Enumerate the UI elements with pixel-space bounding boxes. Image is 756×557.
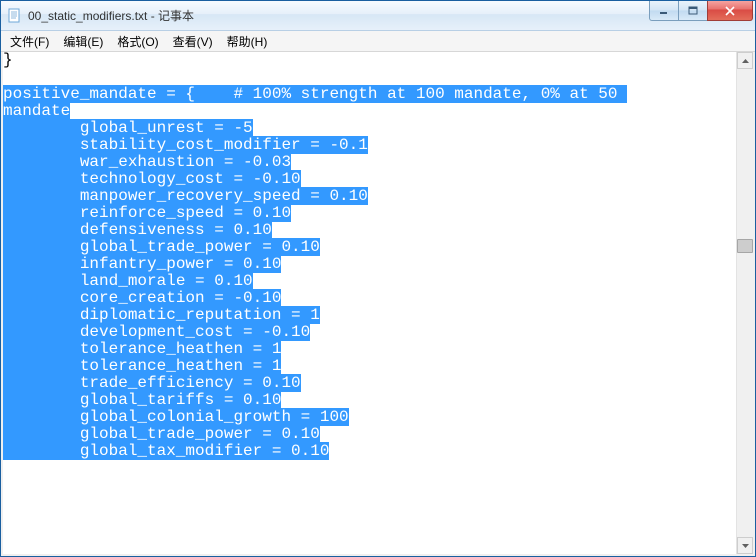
editor-line: trade_efficiency = 0.10 (3, 375, 736, 392)
window: 00_static_modifiers.txt - 记事本 文件(F) 编辑(E… (0, 0, 756, 557)
editor-line: infantry_power = 0.10 (3, 256, 736, 273)
menubar: 文件(F) 编辑(E) 格式(O) 查看(V) 帮助(H) (1, 31, 755, 52)
menu-format[interactable]: 格式(O) (110, 31, 165, 52)
scroll-up-button[interactable] (737, 52, 753, 69)
menu-help[interactable]: 帮助(H) (220, 31, 275, 52)
editor-line: war_exhaustion = -0.03 (3, 154, 736, 171)
editor-line: tolerance_heathen = 1 (3, 341, 736, 358)
editor-line: diplomatic_reputation = 1 (3, 307, 736, 324)
editor-line: reinforce_speed = 0.10 (3, 205, 736, 222)
editor-line: global_unrest = -5 (3, 120, 736, 137)
editor-line: } (3, 52, 736, 69)
editor-line: global_tax_modifier = 0.10 (3, 443, 736, 460)
menu-file[interactable]: 文件(F) (3, 31, 56, 52)
close-button[interactable] (707, 1, 753, 21)
editor-line: global_trade_power = 0.10 (3, 239, 736, 256)
editor-line: defensiveness = 0.10 (3, 222, 736, 239)
editor-line: global_tariffs = 0.10 (3, 392, 736, 409)
scroll-down-button[interactable] (737, 537, 753, 554)
window-controls (650, 1, 755, 30)
notepad-icon (7, 8, 23, 24)
editor-line: stability_cost_modifier = -0.1 (3, 137, 736, 154)
maximize-button[interactable] (678, 1, 708, 21)
editor-line: mandate (3, 103, 736, 120)
editor-line: development_cost = -0.10 (3, 324, 736, 341)
titlebar[interactable]: 00_static_modifiers.txt - 记事本 (1, 1, 755, 31)
content-area: } positive_mandate = { # 100% strength a… (1, 52, 755, 556)
editor-line: positive_mandate = { # 100% strength at … (3, 86, 736, 103)
minimize-button[interactable] (649, 1, 679, 21)
editor-line: tolerance_heathen = 1 (3, 358, 736, 375)
editor-line: manpower_recovery_speed = 0.10 (3, 188, 736, 205)
editor-line (3, 69, 736, 86)
menu-view[interactable]: 查看(V) (166, 31, 220, 52)
vertical-scrollbar[interactable] (736, 52, 753, 554)
editor-line: core_creation = -0.10 (3, 290, 736, 307)
editor-line: global_trade_power = 0.10 (3, 426, 736, 443)
scroll-thumb[interactable] (737, 239, 753, 253)
editor-line: technology_cost = -0.10 (3, 171, 736, 188)
editor-line: global_colonial_growth = 100 (3, 409, 736, 426)
text-editor[interactable]: } positive_mandate = { # 100% strength a… (3, 52, 736, 554)
menu-edit[interactable]: 编辑(E) (56, 31, 110, 52)
editor-line: land_morale = 0.10 (3, 273, 736, 290)
scroll-track[interactable] (737, 69, 753, 537)
window-title: 00_static_modifiers.txt - 记事本 (28, 7, 650, 24)
